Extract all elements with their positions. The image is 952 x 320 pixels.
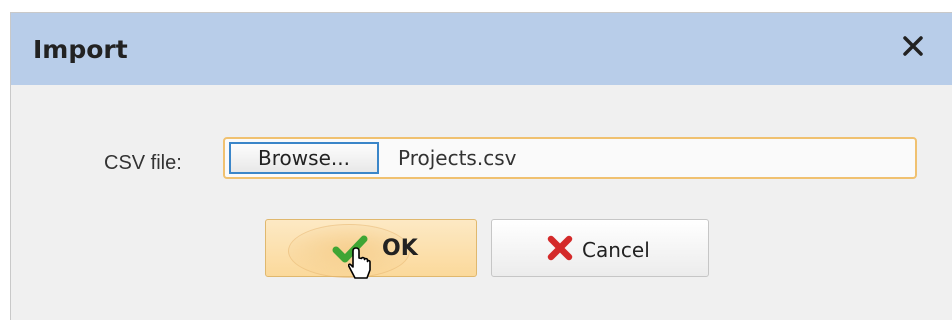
dialog-titlebar: Import xyxy=(11,13,952,85)
csv-file-field[interactable]: Browse... Projects.csv xyxy=(223,137,917,179)
csv-file-label: CSV file: xyxy=(104,152,182,174)
cancel-label: Cancel xyxy=(582,238,650,262)
import-dialog: Import CSV file: Browse... Projects.csv … xyxy=(10,12,952,320)
mouse-cursor-icon xyxy=(348,247,371,279)
cancel-button[interactable]: Cancel xyxy=(491,219,709,277)
selected-file-name: Projects.csv xyxy=(398,146,517,170)
dialog-title: Import xyxy=(33,35,128,64)
browse-button[interactable]: Browse... xyxy=(229,142,379,174)
close-icon[interactable] xyxy=(900,33,926,59)
ok-label: OK xyxy=(382,236,418,261)
x-icon xyxy=(547,235,573,261)
